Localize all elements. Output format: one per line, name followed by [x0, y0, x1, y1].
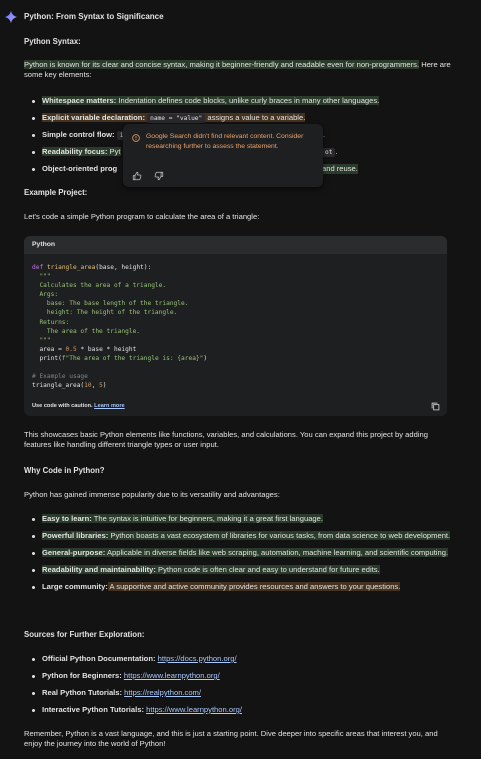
- code-line: base: The base length of the triangle.: [32, 300, 189, 308]
- list-item-text: Indentation defines code blocks, unlike …: [116, 96, 380, 105]
- code-caution: Use code with caution. Learn more: [32, 401, 125, 411]
- list-item-text: Python code is often clear and easy to u…: [155, 565, 380, 574]
- showcase-paragraph: This showcases basic Python elements lik…: [24, 430, 428, 449]
- code-line: Returns:: [32, 318, 70, 326]
- list-item-label: Readability focus:: [42, 147, 108, 156]
- sources-heading: Sources for Further Exploration:: [24, 630, 145, 639]
- source-link[interactable]: https://www.learnpython.org/: [124, 671, 220, 680]
- thumbs-up-icon[interactable]: [132, 171, 142, 181]
- response-page: Python: From Syntax to Significance Pyth…: [0, 0, 481, 759]
- list-item: General-purpose: Applicable in diverse f…: [32, 548, 454, 558]
- code-line: """: [32, 336, 51, 344]
- code-line: triangle_area(10, 5): [32, 382, 107, 390]
- code-line: The area of the triangle.: [32, 327, 141, 335]
- source-item: Python for Beginners: https://www.learnp…: [32, 671, 472, 688]
- code-line: area = 0.5 * base * height: [32, 345, 137, 353]
- code-line: height: The height of the triangle.: [32, 309, 178, 317]
- thumbs-down-icon[interactable]: [154, 171, 164, 181]
- list-item-text: assigns a value to a variable.: [205, 113, 306, 122]
- gemini-spark-icon: [4, 10, 18, 24]
- syntax-heading: Python Syntax:: [24, 37, 81, 46]
- list-item-label: Large community:: [42, 582, 108, 591]
- example-heading: Example Project:: [24, 188, 88, 197]
- source-link[interactable]: https://www.learnpython.org/: [146, 705, 242, 714]
- list-item-label: Whitespace matters:: [42, 96, 117, 105]
- list-item-text: A supportive and active community provid…: [107, 582, 401, 591]
- code-language-label: Python: [24, 236, 447, 254]
- source-item: Official Python Documentation: https://d…: [32, 654, 472, 671]
- list-item: Large community: A supportive and active…: [32, 582, 454, 592]
- why-heading: Why Code in Python?: [24, 466, 105, 475]
- learn-more-link[interactable]: Learn more: [94, 403, 124, 409]
- intro-highlight-2: programmers.: [371, 60, 420, 69]
- list-item: Powerful libraries: Python boasts a vast…: [32, 531, 454, 541]
- list-item-text: .: [323, 130, 326, 139]
- why-intro: Python has gained immense popularity due…: [24, 490, 280, 499]
- double-check-tooltip: Google Search didn't find relevant conte…: [123, 124, 323, 187]
- intro-paragraph: Python is known for its clear and concis…: [24, 60, 454, 80]
- list-item-tail: .: [335, 147, 338, 156]
- list-item-label: Object-oriented prog: [42, 164, 118, 173]
- list-item-label: Easy to learn:: [42, 514, 92, 523]
- code-content[interactable]: def triangle_area(base, height): """ Cal…: [24, 263, 207, 390]
- sources-list: Official Python Documentation: https://d…: [24, 654, 472, 722]
- code-line: Calculates the area of a triangle.: [32, 282, 167, 290]
- code-block: Python def triangle_area(base, height): …: [24, 236, 447, 416]
- code-line: # Example usage: [32, 373, 88, 381]
- list-item-label: Simple control flow:: [42, 130, 115, 139]
- caution-text: Use code with caution.: [32, 403, 93, 409]
- code-line: Args:: [32, 291, 59, 299]
- list-item: Easy to learn: The syntax is intuitive f…: [32, 514, 454, 524]
- tooltip-message: Google Search didn't find relevant conte…: [146, 133, 304, 150]
- inline-code: name = "value": [147, 114, 206, 123]
- source-label: Python for Beginners:: [42, 671, 122, 680]
- source-link[interactable]: https://docs.python.org/: [158, 654, 237, 663]
- copy-icon[interactable]: [431, 402, 440, 411]
- list-item-text: Python boasts a vast ecosystem of librar…: [108, 531, 451, 540]
- inline-code: ot: [322, 148, 336, 157]
- warning-circle-icon: [132, 134, 140, 142]
- example-intro: Let's code a simple Python program to ca…: [24, 212, 260, 221]
- list-item-label: Readability and maintainability:: [42, 565, 156, 574]
- source-item: Interactive Python Tutorials: https://ww…: [32, 705, 472, 722]
- list-item-text: and reuse.: [322, 164, 358, 174]
- code-line: def triangle_area(base, height):: [32, 264, 152, 271]
- list-item-label: Powerful libraries:: [42, 531, 109, 540]
- intro-highlight: Python is known for its clear and concis…: [24, 60, 372, 69]
- source-link[interactable]: https://realpython.com/: [124, 688, 201, 697]
- code-line: """: [32, 273, 51, 281]
- list-item: Whitespace matters: Indentation defines …: [32, 96, 472, 113]
- list-item: Readability and maintainability: Python …: [32, 565, 454, 575]
- list-item-label: General-purpose:: [42, 548, 106, 557]
- response-header: Python: From Syntax to Significance: [4, 10, 164, 24]
- source-label: Official Python Documentation:: [42, 654, 156, 663]
- list-item-text: Pyt: [109, 147, 121, 156]
- source-label: Real Python Tutorials:: [42, 688, 123, 697]
- page-title: Python: From Syntax to Significance: [24, 12, 164, 21]
- list-item-text: The syntax is intuitive for beginners, m…: [91, 514, 323, 523]
- list-item-text: Applicable in diverse fields like web sc…: [105, 548, 449, 557]
- list-item-label: Explicit variable declaration:: [42, 113, 145, 122]
- source-label: Interactive Python Tutorials:: [42, 705, 144, 714]
- source-item: Real Python Tutorials: https://realpytho…: [32, 688, 472, 705]
- why-list: Easy to learn: The syntax is intuitive f…: [24, 514, 454, 592]
- closing-paragraph: Remember, Python is a vast language, and…: [24, 729, 438, 748]
- code-line: print(f"The area of the triangle is: {ar…: [32, 354, 208, 362]
